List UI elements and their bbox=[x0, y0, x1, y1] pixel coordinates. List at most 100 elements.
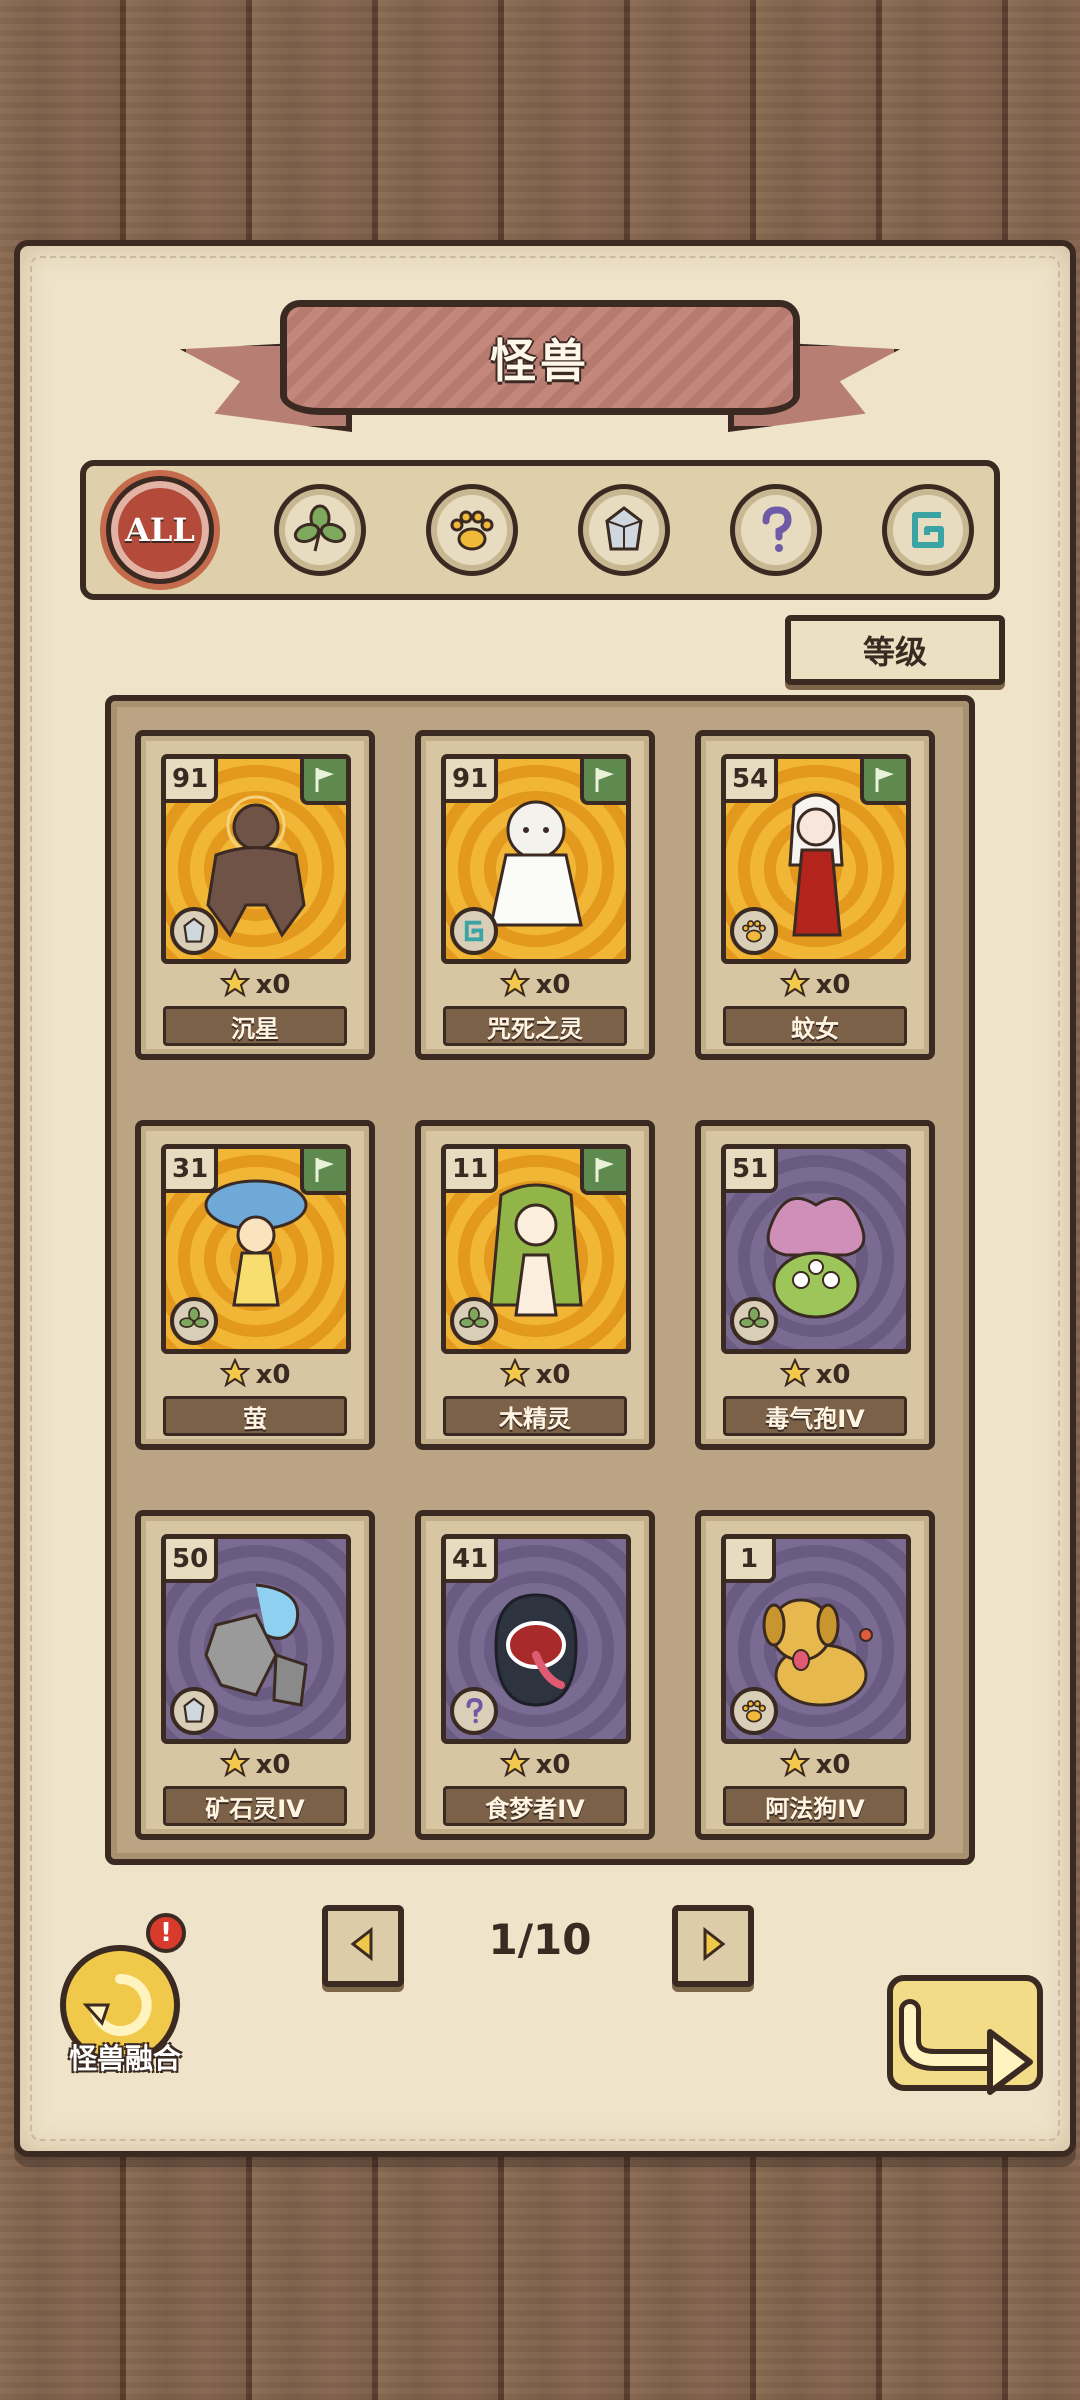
monster-fusion-button[interactable]: 怪兽融合 ! bbox=[50, 1913, 200, 2085]
flag-icon bbox=[300, 759, 346, 805]
star-count: x0 bbox=[421, 967, 649, 1002]
prev-page-button[interactable] bbox=[322, 1905, 404, 1987]
chevron-left-icon bbox=[343, 1924, 383, 1968]
star-count: x0 bbox=[141, 967, 369, 1002]
star-count-value: x0 bbox=[535, 1750, 571, 1780]
star-count: x0 bbox=[701, 1357, 929, 1392]
level-badge: 1 bbox=[726, 1539, 776, 1583]
filter-unknown-button[interactable] bbox=[730, 484, 822, 576]
monster-card[interactable]: 11 x0 木精灵 bbox=[415, 1120, 655, 1450]
star-icon bbox=[498, 1747, 531, 1782]
level-badge: 51 bbox=[726, 1149, 779, 1193]
star-count: x0 bbox=[141, 1747, 369, 1782]
title-ribbon: 怪兽 bbox=[180, 300, 900, 440]
swirl-icon bbox=[901, 503, 955, 557]
star-count: x0 bbox=[421, 1357, 649, 1392]
flag-icon bbox=[580, 759, 626, 805]
star-icon bbox=[778, 1357, 811, 1392]
monster-card[interactable]: 41 x0 食梦者IV bbox=[415, 1510, 655, 1840]
monster-name: 沉星 bbox=[231, 1014, 279, 1043]
category-filter-bar: ALL bbox=[80, 460, 1000, 600]
monster-name-plate: 咒死之灵 bbox=[443, 1006, 627, 1046]
monster-card[interactable]: 91 x0 沉星 bbox=[135, 730, 375, 1060]
monster-card[interactable]: 50 x0 矿石灵IV bbox=[135, 1510, 375, 1840]
fusion-label: 怪兽融合 bbox=[68, 2042, 181, 2075]
level-badge: 50 bbox=[166, 1539, 219, 1583]
flag-icon bbox=[580, 1149, 626, 1195]
question-icon bbox=[450, 1687, 498, 1735]
monster-portrait: 91 bbox=[161, 754, 351, 964]
level-badge: 31 bbox=[166, 1149, 219, 1193]
leaf-icon bbox=[170, 1297, 218, 1345]
monster-name: 食梦者IV bbox=[485, 1794, 585, 1823]
level-badge: 91 bbox=[446, 759, 499, 803]
monster-name-plate: 萤 bbox=[163, 1396, 347, 1436]
sort-label: 等级 bbox=[862, 633, 927, 671]
star-count: x0 bbox=[421, 1747, 649, 1782]
monster-portrait: 54 bbox=[721, 754, 911, 964]
monster-card[interactable]: 31 x0 萤 bbox=[135, 1120, 375, 1450]
star-icon bbox=[218, 967, 251, 1002]
paw-icon bbox=[730, 907, 778, 955]
monster-name-plate: 矿石灵IV bbox=[163, 1786, 347, 1826]
monster-portrait: 91 bbox=[441, 754, 631, 964]
monster-card[interactable]: 51 x0 毒气孢IV bbox=[695, 1120, 935, 1450]
star-count-value: x0 bbox=[815, 1750, 851, 1780]
star-icon bbox=[218, 1747, 251, 1782]
filter-beast-button[interactable] bbox=[426, 484, 518, 576]
page-title: 怪兽 bbox=[490, 333, 590, 388]
paw-icon bbox=[445, 503, 499, 557]
page-indicator: 1/10 bbox=[488, 1915, 592, 1964]
monster-card[interactable]: 54 x0 蚊女 bbox=[695, 730, 935, 1060]
monster-name-plate: 蚊女 bbox=[723, 1006, 907, 1046]
monster-portrait: 41 bbox=[441, 1534, 631, 1744]
star-count-value: x0 bbox=[815, 970, 851, 1000]
star-count: x0 bbox=[701, 967, 929, 1002]
star-count-value: x0 bbox=[815, 1360, 851, 1390]
swirl-icon bbox=[450, 907, 498, 955]
star-count-value: x0 bbox=[535, 1360, 571, 1390]
back-arrow-icon bbox=[880, 1975, 1050, 2124]
monster-name: 矿石灵IV bbox=[205, 1794, 305, 1823]
monster-card[interactable]: 1 x0 阿法狗IV bbox=[695, 1510, 935, 1840]
sort-by-level-button[interactable]: 等级 bbox=[785, 615, 1005, 685]
question-icon bbox=[749, 503, 803, 557]
paw-icon bbox=[730, 1687, 778, 1735]
star-count: x0 bbox=[141, 1357, 369, 1392]
monster-card[interactable]: 91 x0 咒死之灵 bbox=[415, 730, 655, 1060]
leaf-icon bbox=[293, 503, 347, 557]
level-badge: 41 bbox=[446, 1539, 499, 1583]
monster-name: 咒死之灵 bbox=[487, 1014, 583, 1043]
next-page-button[interactable] bbox=[672, 1905, 754, 1987]
star-icon bbox=[778, 1747, 811, 1782]
filter-spirit-button[interactable] bbox=[882, 484, 974, 576]
star-icon bbox=[778, 967, 811, 1002]
monster-portrait: 51 bbox=[721, 1144, 911, 1354]
level-badge: 11 bbox=[446, 1149, 499, 1193]
chevron-right-icon bbox=[693, 1924, 733, 1968]
monster-name-plate: 阿法狗IV bbox=[723, 1786, 907, 1826]
star-count-value: x0 bbox=[255, 970, 291, 1000]
monster-name: 蚊女 bbox=[791, 1014, 839, 1043]
monster-name-plate: 沉星 bbox=[163, 1006, 347, 1046]
crystal-icon bbox=[597, 503, 651, 557]
notification-badge: ! bbox=[146, 1913, 186, 1953]
filter-all-button[interactable]: ALL bbox=[106, 476, 214, 584]
star-count-value: x0 bbox=[535, 970, 571, 1000]
filter-mineral-button[interactable] bbox=[578, 484, 670, 576]
monster-name-plate: 木精灵 bbox=[443, 1396, 627, 1436]
monster-name: 毒气孢IV bbox=[765, 1404, 865, 1433]
star-icon bbox=[498, 967, 531, 1002]
flag-icon bbox=[300, 1149, 346, 1195]
star-count: x0 bbox=[701, 1747, 929, 1782]
star-icon bbox=[498, 1357, 531, 1392]
star-icon bbox=[218, 1357, 251, 1392]
monster-portrait: 31 bbox=[161, 1144, 351, 1354]
filter-plant-button[interactable] bbox=[274, 484, 366, 576]
back-button[interactable] bbox=[880, 1970, 1050, 2120]
flag-icon bbox=[860, 759, 906, 805]
star-count-value: x0 bbox=[255, 1360, 291, 1390]
leaf-icon bbox=[450, 1297, 498, 1345]
monster-name-plate: 食梦者IV bbox=[443, 1786, 627, 1826]
crystal-icon bbox=[170, 907, 218, 955]
